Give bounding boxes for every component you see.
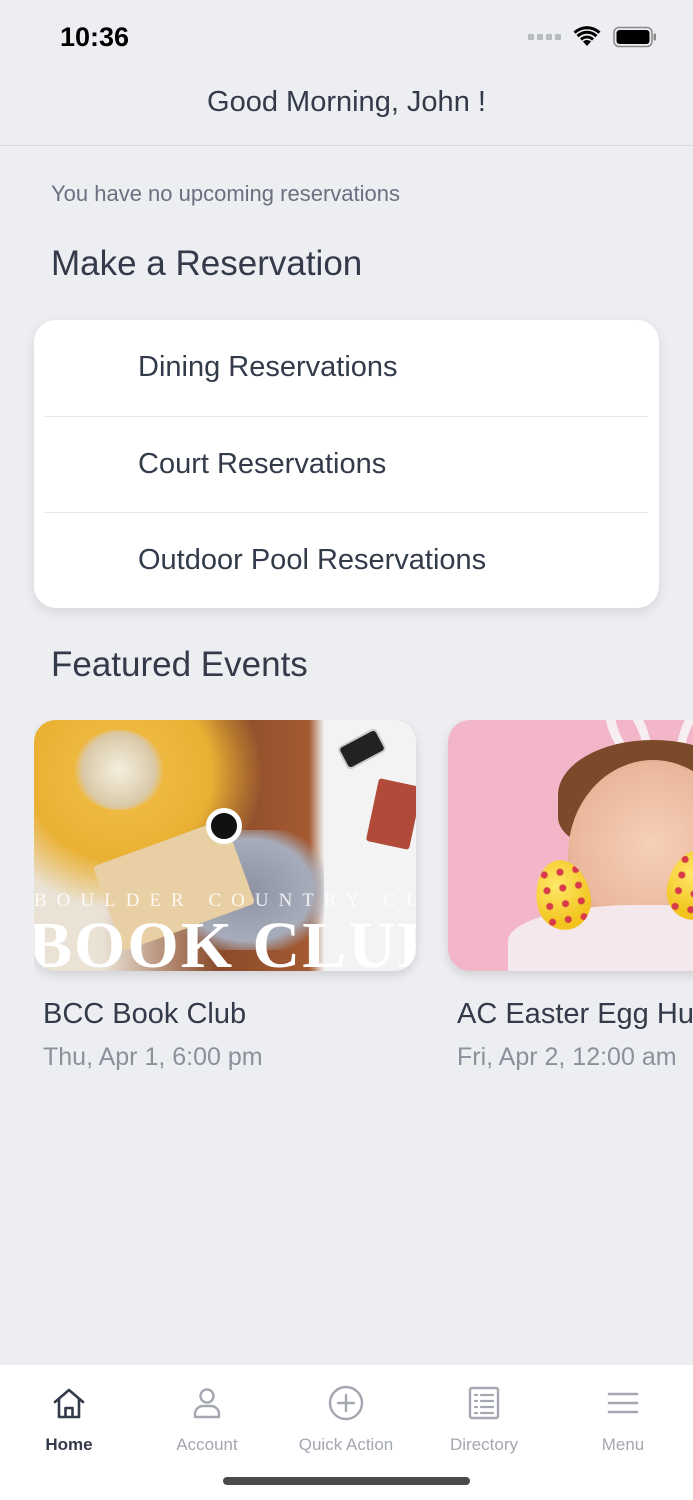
featured-events-carousel[interactable]: BOULDER COUNTRY CLUB BOOK CLUB BCC Book … — [34, 720, 693, 1090]
event-date: Thu, Apr 1, 6:00 pm — [43, 1043, 263, 1071]
outdoor-pool-reservations-item[interactable]: Outdoor Pool Reservations — [45, 513, 648, 608]
tab-label: Directory — [449, 1435, 518, 1454]
reservation-item-label: Outdoor Pool Reservations — [138, 544, 487, 577]
reservation-options-card: Dining Reservations Court Reservations O… — [34, 320, 659, 608]
tab-home[interactable]: Home — [0, 1383, 138, 1455]
person-icon — [193, 1388, 221, 1419]
court-reservations-item[interactable]: Court Reservations — [45, 417, 648, 513]
tab-menu[interactable]: Menu — [554, 1383, 692, 1455]
featured-events-heading: Featured Events — [51, 645, 308, 684]
event-title: AC Easter Egg Hunt — [457, 998, 693, 1030]
status-time: 10:36 — [60, 22, 130, 52]
page-header: Good Morning, John ! — [0, 76, 693, 146]
list-document-icon — [468, 1386, 500, 1420]
cellular-signal-icon — [528, 34, 561, 40]
status-icons — [528, 26, 657, 48]
tab-label: Quick Action — [298, 1435, 394, 1454]
reservation-item-label: Dining Reservations — [138, 351, 398, 384]
event-card-easter-egg-hunt[interactable]: AC Easter Egg Hunt Fri, Apr 2, 12:00 am — [448, 720, 693, 1071]
event-image-title: BOOK CLUB — [34, 909, 416, 972]
tab-account[interactable]: Account — [138, 1383, 276, 1455]
no-reservations-message: You have no upcoming reservations — [51, 181, 400, 206]
reservation-item-label: Court Reservations — [138, 447, 387, 480]
event-card-book-club[interactable]: BOULDER COUNTRY CLUB BOOK CLUB BCC Book … — [34, 720, 416, 1071]
tab-label: Account — [176, 1435, 238, 1454]
tab-label: Home — [45, 1435, 93, 1454]
event-image-book-club: BOULDER COUNTRY CLUB BOOK CLUB — [34, 720, 416, 971]
tab-label: Menu — [601, 1435, 645, 1454]
plus-circle-icon — [328, 1385, 364, 1421]
tab-directory[interactable]: Directory — [415, 1383, 553, 1455]
wifi-icon — [573, 26, 601, 46]
home-indicator — [223, 1477, 470, 1485]
bottom-tab-bar: Home Account Quick Action Directory Menu — [0, 1365, 693, 1500]
status-bar: 10:36 — [0, 0, 693, 76]
dining-reservations-item[interactable]: Dining Reservations — [45, 320, 648, 417]
event-image-easter-egg-hunt — [448, 720, 693, 971]
tab-quick-action[interactable]: Quick Action — [277, 1383, 415, 1455]
hamburger-icon — [607, 1392, 639, 1414]
make-reservation-heading: Make a Reservation — [51, 244, 363, 283]
battery-icon — [613, 26, 656, 48]
event-title: BCC Book Club — [43, 998, 247, 1030]
event-date: Fri, Apr 2, 12:00 am — [457, 1043, 677, 1071]
home-icon — [53, 1388, 85, 1419]
greeting-title: Good Morning, John ! — [207, 86, 486, 118]
